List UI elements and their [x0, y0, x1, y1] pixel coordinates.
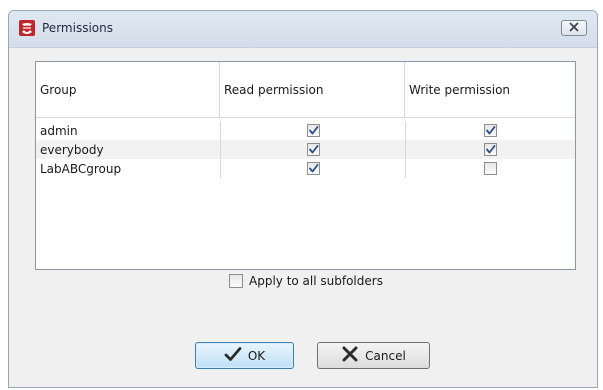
column-header-write[interactable]: Write permission — [405, 62, 575, 117]
cancel-button-label: Cancel — [365, 348, 406, 363]
group-name-cell: LabABCgroup — [40, 161, 122, 176]
read-permission-cell — [220, 140, 405, 159]
group-name-cell: admin — [40, 123, 78, 138]
group-name-cell: everybody — [40, 142, 104, 157]
column-header-read[interactable]: Read permission — [220, 62, 405, 117]
column-header-group[interactable]: Group — [36, 62, 220, 117]
app-logo-icon — [19, 20, 35, 36]
read-permission-checkbox[interactable] — [306, 162, 320, 175]
apply-subfolders-option[interactable]: Apply to all subfolders — [229, 274, 383, 288]
permissions-dialog: Permissions Group Read permission Write … — [8, 10, 598, 388]
read-permission-cell — [220, 159, 405, 178]
close-x-icon — [568, 21, 580, 35]
ok-button-label: OK — [247, 348, 266, 363]
cross-icon — [341, 346, 359, 365]
ok-button[interactable]: OK — [195, 342, 294, 369]
read-permission-checkbox[interactable] — [306, 143, 320, 156]
title-bar: Permissions — [9, 11, 597, 48]
checkmark-icon — [224, 346, 242, 365]
write-permission-checkbox[interactable] — [484, 124, 497, 137]
cancel-button[interactable]: Cancel — [317, 342, 430, 369]
apply-subfolders-checkbox[interactable] — [229, 274, 243, 288]
permissions-table: Group Read permission Write permission a… — [35, 61, 576, 270]
table-body: admin everybody LabABCgroup — [36, 121, 575, 178]
write-permission-checkbox[interactable] — [484, 143, 497, 156]
read-permission-cell — [220, 121, 405, 140]
read-permission-checkbox[interactable] — [306, 124, 320, 137]
write-permission-cell — [405, 140, 575, 159]
table-header: Group Read permission Write permission — [36, 62, 575, 118]
write-permission-cell — [405, 159, 575, 178]
table-row-admin[interactable]: admin — [36, 121, 575, 140]
write-permission-cell — [405, 121, 575, 140]
close-button[interactable] — [561, 20, 587, 36]
dialog-title: Permissions — [42, 21, 113, 35]
table-row-everybody[interactable]: everybody — [36, 140, 575, 159]
apply-subfolders-label: Apply to all subfolders — [249, 274, 383, 288]
table-row-lababcgroup[interactable]: LabABCgroup — [36, 159, 575, 178]
write-permission-checkbox[interactable] — [484, 162, 497, 175]
